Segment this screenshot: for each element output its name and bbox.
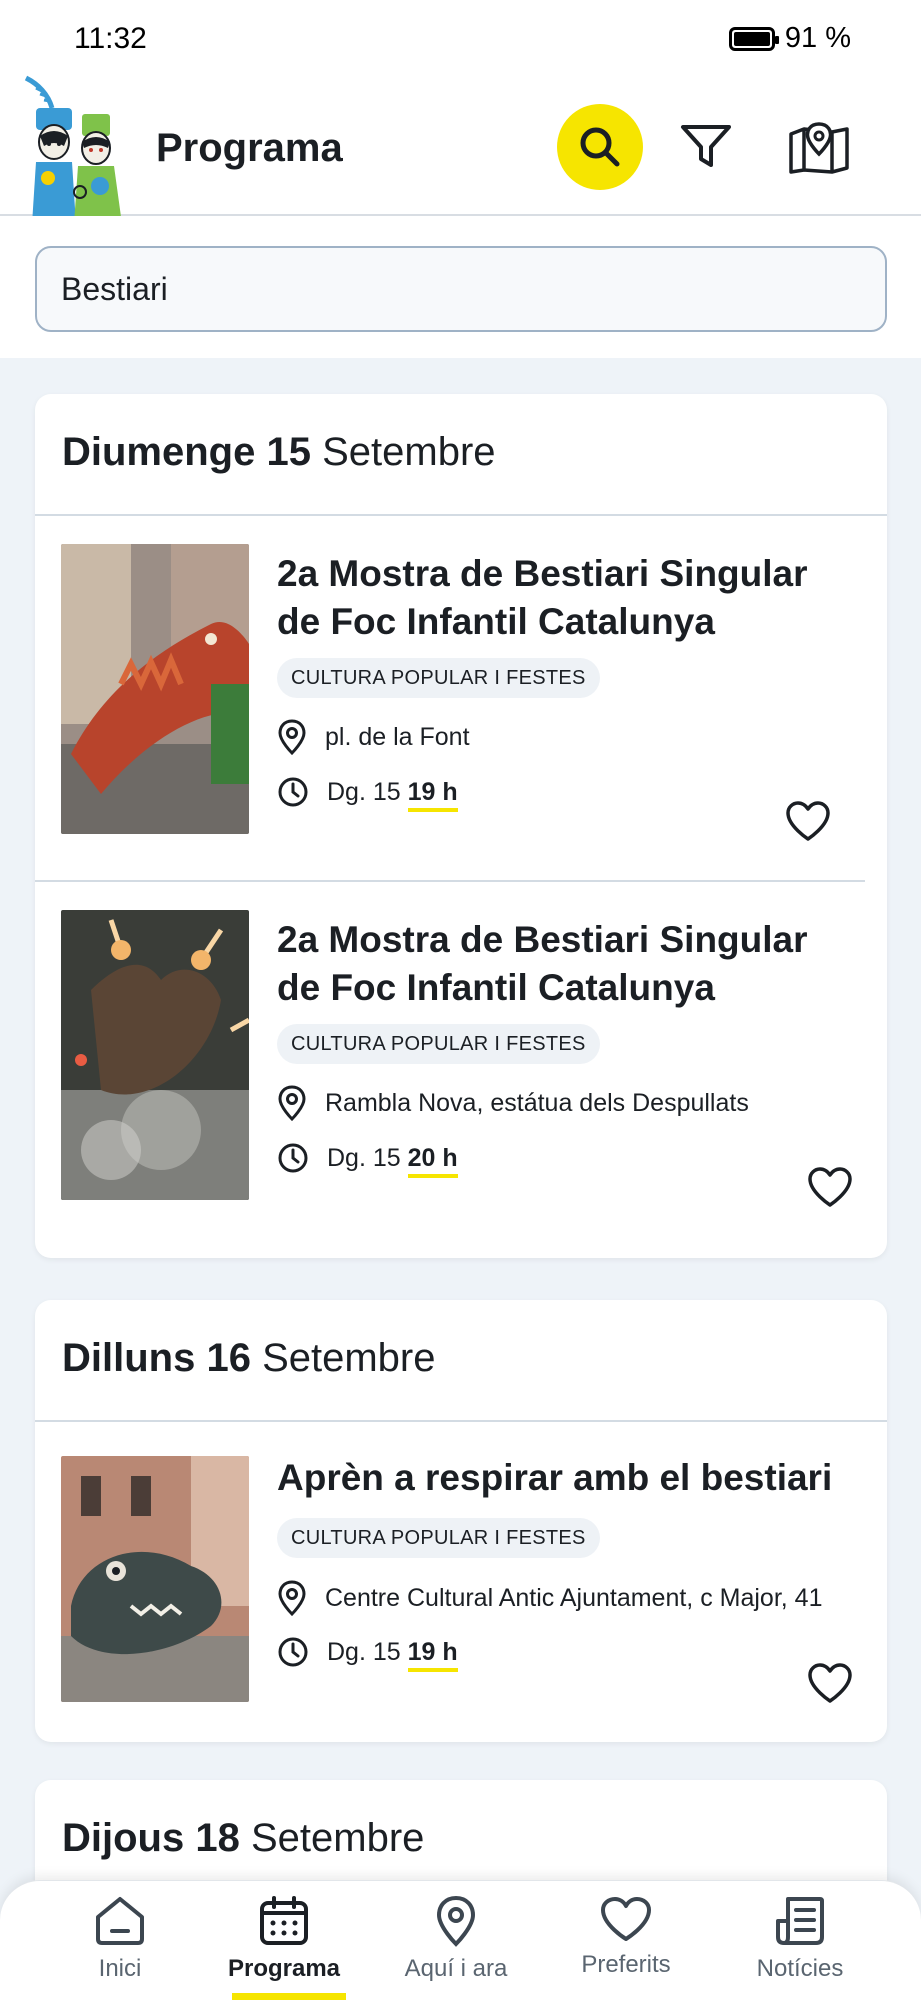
category-badge: CULTURA POPULAR I FESTES	[277, 1024, 600, 1064]
app-header: Programa	[0, 75, 921, 224]
active-tab-indicator	[232, 1993, 346, 2000]
battery-level: 91 %	[784, 22, 851, 54]
event-time: Dg. 15 19 h	[277, 776, 458, 812]
event-title: Aprèn a respirar amb el bestiari	[277, 1457, 833, 1498]
event-location: Rambla Nova, estátua dels Despullats	[277, 1085, 749, 1121]
nav-item-preferits[interactable]: Preferits	[546, 1895, 706, 1995]
filter-icon	[681, 125, 731, 167]
nav-label: Inici	[98, 1955, 142, 1982]
page-title: Programa	[156, 126, 343, 170]
event-time: Dg. 15 19 h	[277, 1636, 458, 1672]
clock-icon	[278, 1143, 308, 1173]
day-header: Dilluns 16 Setembre	[35, 1300, 887, 1422]
gegants-logo	[24, 75, 122, 224]
day-card-dilluns: Dilluns 16 Setembre Aprèn a respirar amb…	[35, 1300, 887, 1742]
home-icon	[96, 1897, 144, 1945]
day-month: Setembre	[322, 430, 496, 474]
search-icon	[580, 127, 620, 167]
event-item[interactable]: 2a Mostra de Bestiari Singular de Foc In…	[35, 516, 865, 882]
nav-item-noticies[interactable]: Notícies	[720, 1895, 880, 1995]
day-month: Setembre	[250, 1816, 425, 1860]
clock-icon	[278, 1637, 308, 1667]
calendar-icon	[260, 1896, 308, 1945]
location-text: Centre Cultural Antic Ajuntament, c Majo…	[325, 1583, 823, 1612]
event-date: Dg. 15	[327, 777, 401, 806]
day-month: Setembre	[262, 1336, 436, 1380]
search-button[interactable]	[557, 104, 643, 190]
nav-label: Programa	[227, 1955, 341, 1982]
nav-item-inici[interactable]: Inici	[40, 1895, 200, 1995]
heart-icon	[786, 801, 830, 841]
favorite-button[interactable]	[803, 1656, 857, 1710]
news-icon	[776, 1897, 824, 1945]
event-image	[61, 1456, 249, 1702]
location-pin-icon	[278, 1085, 306, 1121]
event-location: pl. de la Font	[277, 719, 470, 755]
nav-label: Notícies	[756, 1955, 844, 1982]
day-card-diumenge: Diumenge 15 Setembre 2a Mostra de Bestia…	[35, 394, 887, 1258]
event-hour: 19 h	[407, 1637, 458, 1672]
nav-label: Aquí i ara	[404, 1955, 508, 1982]
event-hour: 19 h	[407, 777, 458, 812]
event-location: Centre Cultural Antic Ajuntament, c Majo…	[277, 1580, 822, 1616]
location-text: pl. de la Font	[325, 722, 470, 751]
location-pin-icon	[436, 1895, 476, 1947]
event-image	[61, 910, 249, 1200]
event-time: Dg. 15 20 h	[277, 1142, 458, 1178]
search-bar	[0, 216, 921, 358]
nav-item-aqui-i-ara[interactable]: Aquí i ara	[376, 1895, 536, 1995]
nav-item-programa[interactable]: Programa	[204, 1895, 364, 1995]
favorite-button[interactable]	[781, 794, 835, 848]
status-bar: 11:32 91 %	[0, 0, 921, 80]
category-badge: CULTURA POPULAR I FESTES	[277, 658, 600, 698]
day-name: Diumenge 15	[62, 430, 311, 474]
location-text: Rambla Nova, estátua dels Despullats	[325, 1088, 749, 1117]
map-button[interactable]	[776, 104, 862, 190]
event-title: 2a Mostra de Bestiari Singular de Foc In…	[277, 919, 808, 1008]
heart-icon	[601, 1897, 651, 1941]
heart-icon	[808, 1167, 852, 1207]
nav-label: Preferits	[581, 1951, 671, 1978]
clock-icon	[278, 777, 308, 807]
day-name: Dijous 18	[62, 1816, 240, 1860]
event-date: Dg. 15	[327, 1637, 401, 1666]
heart-icon	[808, 1663, 852, 1703]
search-input[interactable]	[35, 246, 887, 332]
day-header: Diumenge 15 Setembre	[35, 394, 887, 516]
location-pin-icon	[278, 1580, 306, 1616]
bottom-nav: Inici Programa Aquí i ara Preferits Notí…	[0, 1880, 921, 2000]
location-pin-icon	[278, 719, 306, 755]
battery-icon	[728, 26, 779, 51]
event-hour: 20 h	[407, 1143, 458, 1178]
event-item[interactable]: Aprèn a respirar amb el bestiari CULTURA…	[35, 1422, 887, 1742]
category-badge: CULTURA POPULAR I FESTES	[277, 1518, 600, 1558]
status-time: 11:32	[74, 22, 147, 55]
event-date: Dg. 15	[327, 1143, 401, 1172]
battery-indicator: 91 %	[728, 22, 851, 55]
map-icon	[789, 122, 849, 174]
day-name: Dilluns 16	[62, 1336, 251, 1380]
filter-button[interactable]	[663, 104, 749, 190]
event-item[interactable]: 2a Mostra de Bestiari Singular de Foc In…	[35, 882, 887, 1248]
favorite-button[interactable]	[803, 1160, 857, 1214]
event-image	[61, 544, 249, 834]
event-title: 2a Mostra de Bestiari Singular de Foc In…	[277, 553, 808, 642]
